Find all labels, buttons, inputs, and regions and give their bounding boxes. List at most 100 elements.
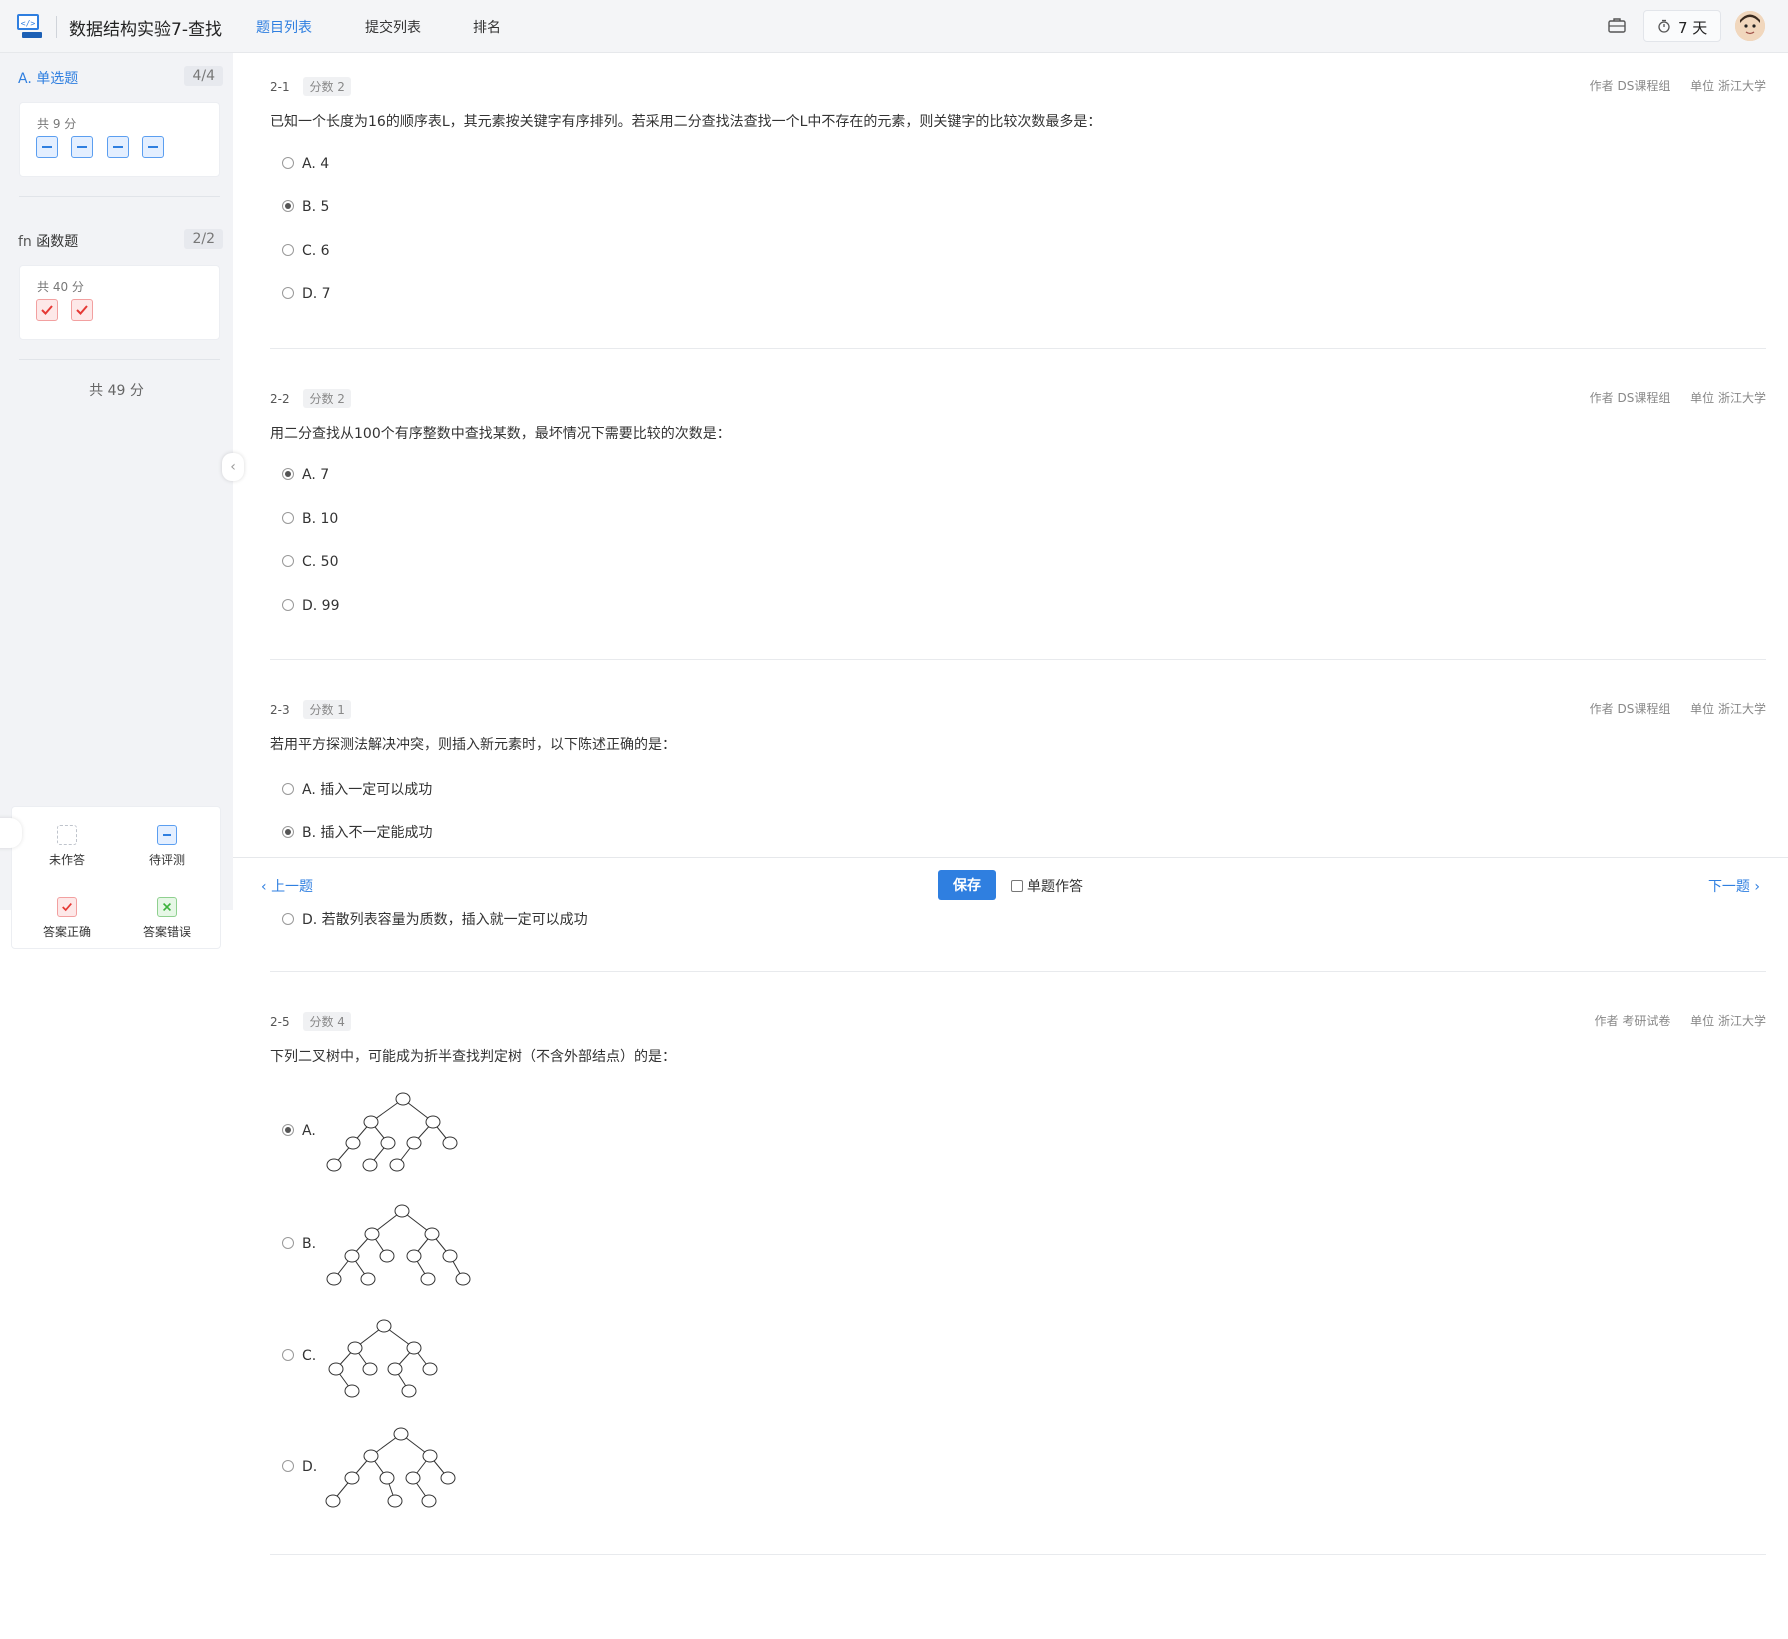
option-c[interactable]: C. bbox=[282, 1348, 316, 1364]
radio-button[interactable] bbox=[282, 913, 294, 925]
option-d[interactable]: D. 若散列表容量为质数，插入就一定可以成功 bbox=[282, 909, 588, 929]
legend-correct: 答案正确 bbox=[17, 897, 117, 940]
wrong-box-icon bbox=[157, 897, 177, 917]
option-a[interactable]: A. bbox=[282, 1123, 316, 1139]
radio-button[interactable] bbox=[282, 157, 294, 169]
radio-button[interactable] bbox=[282, 599, 294, 611]
section-divider bbox=[19, 196, 220, 197]
tab-problem-list[interactable]: 题目列表 bbox=[256, 17, 312, 37]
legend-unanswered: 未作答 bbox=[17, 825, 117, 868]
option-label: B. 插入不一定能成功 bbox=[302, 825, 433, 841]
question-divider bbox=[270, 1554, 1766, 1555]
answer-action-bar: ‹ 上一题 保存 单题作答 下一题 › bbox=[233, 857, 1788, 911]
stopwatch-icon bbox=[1658, 19, 1670, 33]
question-status-button[interactable] bbox=[71, 136, 93, 158]
question-text: 已知一个长度为16的顺序表L，其元素按关键字有序排列。若采用二分查找法查找一个L… bbox=[270, 114, 1102, 130]
status-legend: 未作答 待评测 答案正确 答案错误 bbox=[11, 806, 221, 949]
option-a[interactable]: A. 7 bbox=[282, 467, 329, 483]
radio-button[interactable] bbox=[282, 1124, 294, 1136]
option-b[interactable]: B. 5 bbox=[282, 199, 329, 215]
briefcase-icon[interactable] bbox=[1608, 17, 1626, 33]
option-b[interactable]: B. 10 bbox=[282, 511, 338, 527]
section-divider bbox=[19, 359, 220, 360]
question-status-button[interactable] bbox=[71, 299, 93, 321]
code-monitor-logo-icon[interactable]: </> bbox=[16, 13, 44, 39]
question-status-button[interactable] bbox=[142, 136, 164, 158]
check-icon bbox=[76, 305, 88, 315]
option-b[interactable]: B. bbox=[282, 1236, 316, 1252]
radio-button[interactable] bbox=[282, 468, 294, 480]
binary-tree-diagram-b bbox=[326, 1204, 471, 1286]
option-label: C. 50 bbox=[302, 554, 339, 570]
single-question-mode-toggle[interactable]: 单题作答 bbox=[1011, 876, 1083, 896]
question-text: 用二分查找从100个有序整数中查找某数，最坏情况下需要比较的次数是： bbox=[270, 426, 731, 442]
option-label: A. 插入一定可以成功 bbox=[302, 782, 433, 798]
remaining-time-badge: 7 天 bbox=[1643, 10, 1721, 42]
question-author: 作者 DS课程组 bbox=[1589, 391, 1671, 405]
section-progress-count: 4/4 bbox=[184, 66, 223, 86]
option-label: A. 4 bbox=[302, 156, 330, 172]
next-question-button[interactable]: 下一题 › bbox=[1708, 876, 1760, 896]
question-text: 下列二叉树中，可能成为折半查找判定树（不含外部结点）的是： bbox=[270, 1049, 676, 1065]
sidebar-toggle-tab[interactable] bbox=[0, 818, 22, 848]
option-a[interactable]: A. 插入一定可以成功 bbox=[282, 779, 432, 799]
tab-submission-list[interactable]: 提交列表 bbox=[365, 17, 421, 37]
option-b[interactable]: B. 插入不一定能成功 bbox=[282, 822, 433, 842]
option-label: A. bbox=[302, 1123, 316, 1139]
option-d[interactable]: D. 99 bbox=[282, 598, 340, 614]
option-label: B. bbox=[302, 1236, 317, 1252]
function-icon: fn bbox=[18, 234, 32, 250]
option-a[interactable]: A. 4 bbox=[282, 156, 329, 172]
radio-button[interactable] bbox=[282, 287, 294, 299]
question-organization: 单位 浙江大学 bbox=[1690, 391, 1766, 405]
legend-label: 未作答 bbox=[48, 853, 85, 867]
question-organization: 单位 浙江大学 bbox=[1690, 79, 1766, 93]
check-icon bbox=[41, 305, 53, 315]
section-function[interactable]: fn 函数题 2/2 bbox=[18, 229, 223, 251]
section-title: 单选题 bbox=[36, 71, 79, 87]
radio-button[interactable] bbox=[282, 512, 294, 524]
option-d[interactable]: D. bbox=[282, 1459, 317, 1475]
user-avatar[interactable] bbox=[1735, 11, 1765, 41]
function-card: 共 40 分 bbox=[19, 265, 220, 340]
prev-label: 上一题 bbox=[271, 879, 314, 895]
radio-button[interactable] bbox=[282, 1349, 294, 1361]
previous-question-button[interactable]: ‹ 上一题 bbox=[261, 876, 313, 896]
radio-button[interactable] bbox=[282, 555, 294, 567]
save-button[interactable]: 保存 bbox=[938, 870, 996, 900]
avatar-face-icon bbox=[1735, 11, 1765, 41]
option-label: C. bbox=[302, 1348, 317, 1364]
radio-button[interactable] bbox=[282, 200, 294, 212]
binary-tree-diagram-d bbox=[325, 1427, 456, 1508]
timer-text: 7 天 bbox=[1678, 19, 1708, 37]
question-status-button[interactable] bbox=[36, 136, 58, 158]
question-status-button[interactable] bbox=[36, 299, 58, 321]
option-c[interactable]: C. 6 bbox=[282, 243, 330, 259]
binary-tree-diagram-a bbox=[326, 1092, 458, 1172]
section-progress-count: 2/2 bbox=[184, 229, 223, 249]
option-label: D. 若散列表容量为质数，插入就一定可以成功 bbox=[302, 912, 588, 928]
question-status-button[interactable] bbox=[107, 136, 129, 158]
tab-ranking[interactable]: 排名 bbox=[473, 17, 501, 37]
radio-button[interactable] bbox=[282, 1460, 294, 1472]
question-number: 2-5 bbox=[270, 1015, 290, 1029]
svg-text:</>: </> bbox=[21, 19, 36, 28]
radio-button[interactable] bbox=[282, 244, 294, 256]
radio-button[interactable] bbox=[282, 1237, 294, 1249]
radio-button[interactable] bbox=[282, 826, 294, 838]
question-author: 作者 考研试卷 bbox=[1594, 1014, 1671, 1028]
option-label: D. 99 bbox=[302, 598, 340, 614]
collapse-sidebar-button[interactable]: ‹ bbox=[222, 453, 244, 481]
option-d[interactable]: D. 7 bbox=[282, 286, 331, 302]
radio-button[interactable] bbox=[282, 783, 294, 795]
question-header: 2-2 分数 2 bbox=[270, 389, 351, 408]
question-header: 2-1 分数 2 bbox=[270, 77, 351, 96]
section-single-choice-label: A. 单选题 bbox=[18, 68, 78, 88]
checkbox[interactable] bbox=[1011, 880, 1023, 892]
question-divider bbox=[270, 971, 1766, 972]
legend-wrong: 答案错误 bbox=[117, 897, 217, 940]
option-c[interactable]: C. 50 bbox=[282, 554, 339, 570]
question-header: 2-3 分数 1 bbox=[270, 700, 351, 719]
chevron-left-icon: ‹ bbox=[261, 879, 272, 895]
section-single-choice[interactable]: A. 单选题 4/4 bbox=[18, 66, 223, 88]
